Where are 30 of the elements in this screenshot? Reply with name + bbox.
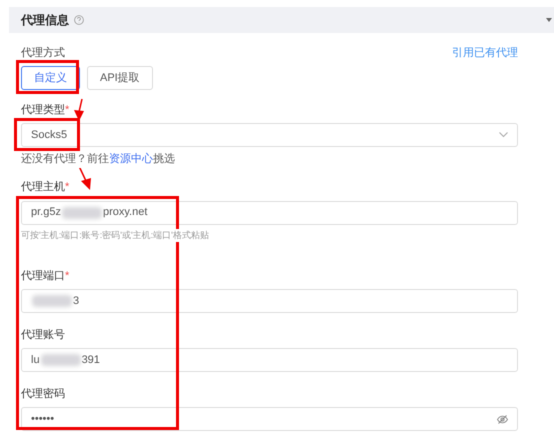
required-asterisk: *: [65, 270, 70, 282]
input-field[interactable]: pr.g5z proxy.net: [21, 200, 518, 224]
field-label: 代理主机: [21, 180, 65, 196]
field-hint: 还没有代理？前往资源中心挑选: [21, 151, 175, 168]
proxy-method-tab[interactable]: 自定义: [21, 66, 80, 90]
annotation-box: [14, 118, 80, 151]
eye-off-icon[interactable]: [497, 414, 508, 424]
proxy-method-tab[interactable]: API提取: [87, 66, 153, 90]
proxy-type-select[interactable]: Socks5: [21, 123, 518, 147]
resource-center-link[interactable]: 资源中心: [109, 153, 153, 165]
blurred-text: [32, 295, 72, 307]
field-label: 代理端口: [21, 268, 65, 284]
required-asterisk: *: [65, 104, 70, 116]
field-hint: 可按'主机:端口:账号:密码'或'主机:端口'格式粘贴: [21, 228, 209, 242]
section-title: 代理信息: [21, 12, 69, 29]
field-label: 代理密码: [21, 386, 65, 402]
annotation-box: [16, 60, 79, 94]
section-header[interactable]: 代理信息: [9, 7, 554, 33]
caret-icon[interactable]: [546, 17, 552, 23]
blurred-text: [40, 354, 81, 366]
blurred-text: [62, 206, 102, 218]
password-field[interactable]: ••••••: [21, 407, 518, 431]
chevron-down-icon: [499, 132, 508, 138]
field-label: 代理类型: [21, 102, 65, 118]
required-asterisk: *: [65, 182, 70, 193]
field-label: 代理方式: [21, 46, 65, 61]
help-icon[interactable]: [74, 15, 84, 25]
input-field[interactable]: 3: [21, 289, 518, 313]
input-field[interactable]: lu 391: [21, 348, 518, 372]
field-label: 代理账号: [21, 328, 65, 343]
